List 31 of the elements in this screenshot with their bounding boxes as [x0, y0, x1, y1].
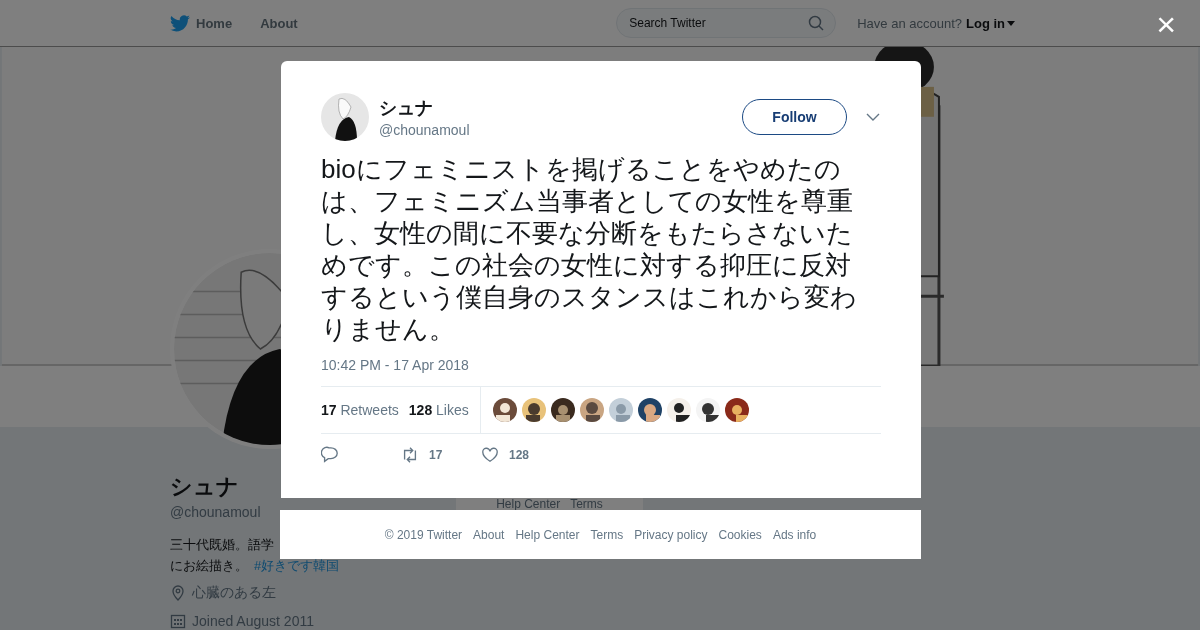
footer-link[interactable]: Ads info [772, 527, 817, 542]
nav-link[interactable]: About [260, 15, 298, 31]
nav-link[interactable]: Home [170, 14, 233, 32]
copyright-text: © 2019 Twitter [384, 527, 463, 542]
footer-link[interactable]: Cookies [718, 527, 762, 542]
bird-icon [170, 14, 190, 32]
search-icon[interactable] [808, 15, 825, 31]
footer-link[interactable]: Privacy policy [634, 527, 708, 542]
action-count: 128 [509, 448, 530, 462]
search-field[interactable]: Search Twitter [616, 8, 837, 38]
account-prompt: Have an account? [857, 15, 962, 31]
footer-link[interactable]: Terms [590, 527, 624, 542]
retweet-icon[interactable] [401, 446, 419, 464]
speech-bubble-icon[interactable] [321, 446, 339, 464]
caret-icon [1007, 20, 1015, 26]
stat-link[interactable]: 17 Retweets [321, 402, 399, 418]
profile-name: シュナ [170, 473, 240, 501]
footer-link[interactable]: Help Center [515, 527, 580, 542]
stat-link[interactable]: 128 Likes [408, 402, 469, 418]
heart-icon[interactable] [481, 446, 499, 464]
joined-date: Joined August 2011 [192, 613, 314, 629]
close-button[interactable]: × [1154, 6, 1178, 42]
footer-link[interactable]: About [473, 527, 505, 542]
calendar-icon [170, 613, 186, 629]
action-count: 17 [429, 448, 443, 462]
bio-text: 三十代既婚。語学 [170, 536, 274, 554]
login-link[interactable]: Log in [966, 15, 1015, 31]
location-text: 心臓のある左 [192, 584, 276, 602]
bio-text: にお絵描き。 [170, 557, 248, 575]
location-pin-icon [170, 585, 186, 601]
profile-handle: @chounamoul [170, 504, 262, 520]
